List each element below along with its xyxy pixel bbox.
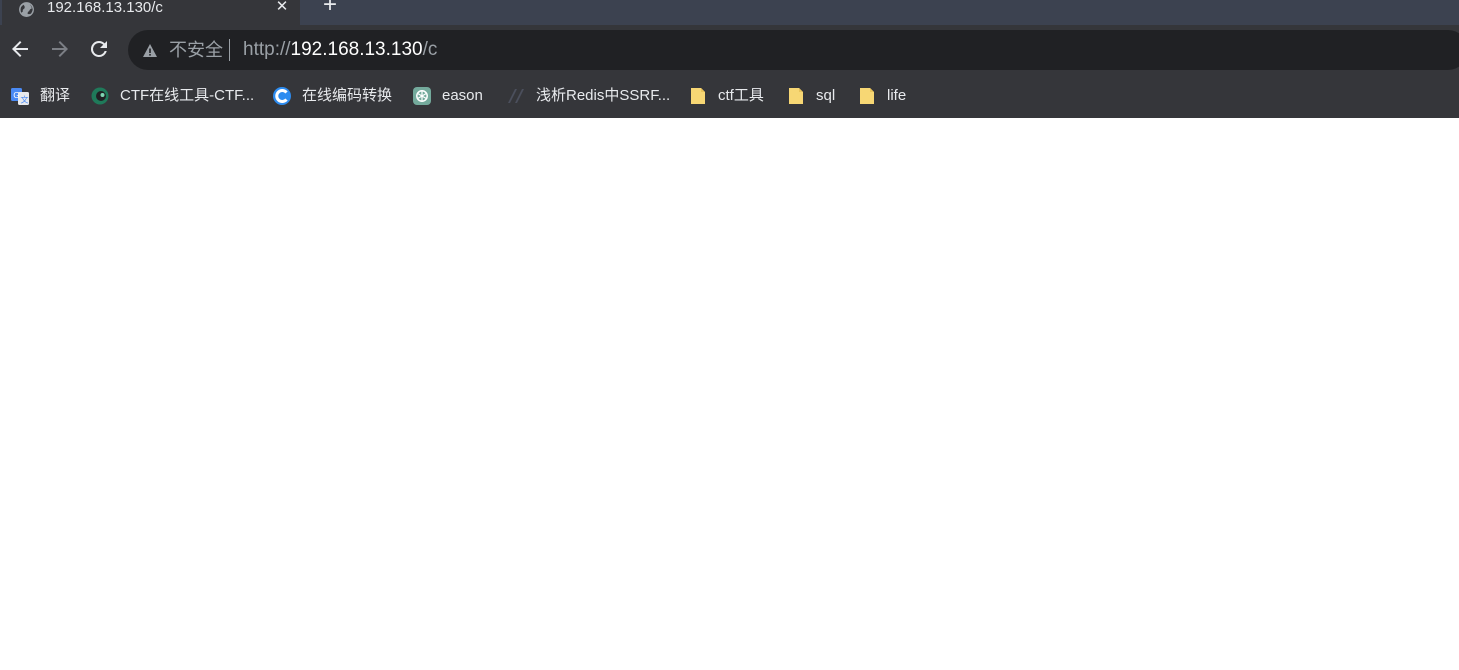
bookmark-label: CTF在线工具-CTF... — [120, 87, 255, 104]
bookmark-translate[interactable]: G 文 翻译 — [10, 85, 70, 107]
bookmark-folder-life[interactable]: life — [857, 85, 906, 107]
bookmark-label: 在线编码转换 — [302, 87, 393, 104]
close-icon[interactable]: ✕ — [274, 0, 290, 15]
bookmarks-bar: G 文 翻译 CTF在线工具-CTF... 在线编码转换 eason 浅析Red… — [0, 73, 1459, 118]
back-arrow-icon[interactable] — [8, 37, 32, 61]
openai-icon — [413, 87, 431, 105]
bookmark-folder-sql[interactable]: sql — [786, 85, 835, 107]
ctf-tools-icon — [91, 87, 109, 105]
bookmark-eason[interactable]: eason — [412, 85, 483, 107]
globe-icon — [19, 2, 34, 17]
bookmark-redis-ssrf[interactable]: 浅析Redis中SSRF... — [506, 85, 670, 107]
folder-icon — [789, 88, 803, 104]
not-secure-label[interactable]: 不安全 — [169, 40, 223, 60]
google-translate-icon: G 文 — [11, 88, 29, 105]
active-tab[interactable]: 192.168.13.130/c ✕ — [2, 0, 300, 25]
bookmark-label: 浅析Redis中SSRF... — [536, 87, 671, 104]
url-host: 192.168.13.130 — [290, 39, 423, 60]
address-separator — [229, 39, 230, 61]
address-bar[interactable]: 不安全 http://192.168.13.130/c — [128, 30, 1459, 70]
url-scheme: http:// — [243, 39, 291, 60]
toolbar: 不安全 http://192.168.13.130/c — [0, 25, 1459, 73]
bookmark-label: eason — [442, 87, 483, 104]
reload-icon[interactable] — [87, 37, 111, 61]
url-text[interactable]: http://192.168.13.130/c — [243, 39, 437, 60]
bookmark-folder-ctf-tools[interactable]: ctf工具 — [688, 85, 764, 107]
bookmark-label: sql — [816, 87, 836, 104]
bookmark-encode-convert[interactable]: 在线编码转换 — [272, 85, 392, 107]
blog-icon — [508, 89, 524, 103]
svg-text:文: 文 — [21, 95, 29, 105]
bookmark-ctf-tools[interactable]: CTF在线工具-CTF... — [90, 85, 254, 107]
folder-icon — [860, 88, 874, 104]
bookmark-label: ctf工具 — [718, 87, 764, 104]
forward-arrow-icon[interactable] — [48, 37, 72, 61]
url-path: /c — [422, 39, 438, 60]
encode-convert-icon — [273, 87, 291, 105]
folder-icon — [691, 88, 705, 104]
tab-strip: 192.168.13.130/c ✕ + — [0, 0, 1459, 25]
new-tab-button[interactable]: + — [318, 0, 342, 18]
svg-text:G: G — [13, 91, 19, 100]
page-content — [0, 118, 1459, 670]
warning-icon[interactable] — [142, 43, 158, 58]
tab-title: 192.168.13.130/c — [47, 0, 163, 16]
bookmark-label: life — [887, 87, 907, 104]
bookmark-label: 翻译 — [40, 87, 71, 104]
